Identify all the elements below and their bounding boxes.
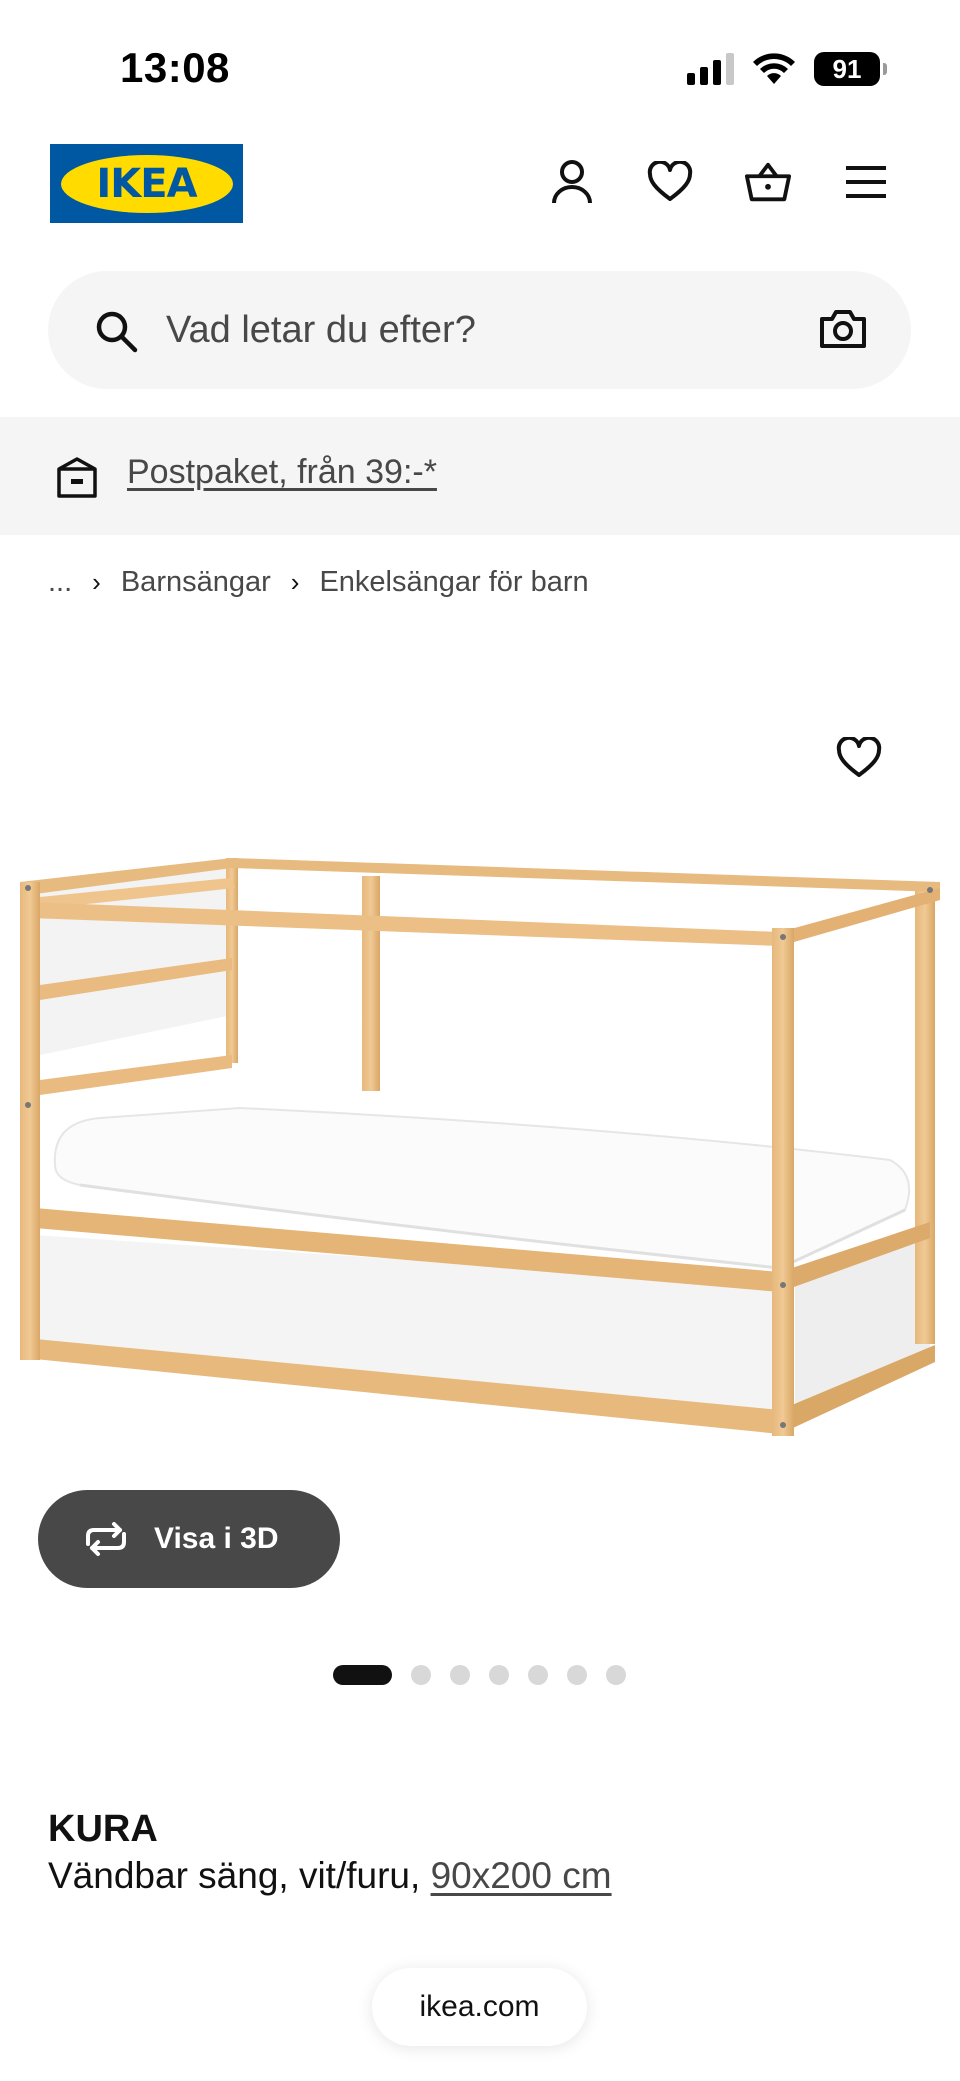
logo-oval: IKEA	[60, 154, 233, 213]
search-bar[interactable]	[48, 271, 911, 389]
breadcrumb-ellipsis[interactable]: ...	[48, 566, 72, 599]
carousel-dot[interactable]	[489, 1665, 509, 1685]
product-description: Vändbar säng, vit/furu, 90x200 cm	[48, 1855, 612, 1897]
parcel-icon	[56, 455, 98, 499]
status-time: 13:08	[120, 44, 230, 91]
battery-level: 91	[832, 53, 862, 84]
shipping-promo-banner: Postpaket, från 39:-*	[0, 417, 960, 535]
status-icons: 91	[687, 52, 887, 86]
view-in-3d-label: Visa i 3D	[154, 1522, 279, 1555]
product-description-text: Vändbar säng, vit/furu,	[48, 1855, 431, 1896]
rotate-3d-icon	[86, 1522, 126, 1556]
user-icon[interactable]	[548, 158, 596, 206]
search-icon[interactable]	[94, 309, 138, 353]
carousel-dot[interactable]	[567, 1665, 587, 1685]
carousel-dot[interactable]	[528, 1665, 548, 1685]
carousel-dot[interactable]	[606, 1665, 626, 1685]
browser-url-pill[interactable]: ikea.com	[372, 1968, 587, 2046]
breadcrumb: ... › Barnsängar › Enkelsängar för barn	[48, 566, 589, 599]
view-in-3d-button[interactable]: Visa i 3D	[38, 1490, 340, 1588]
camera-icon[interactable]	[819, 309, 867, 353]
header-actions	[548, 158, 890, 206]
menu-icon[interactable]	[842, 158, 890, 206]
carousel-dot-active[interactable]	[333, 1665, 392, 1685]
carousel-dot[interactable]	[450, 1665, 470, 1685]
cellular-signal-icon	[687, 53, 734, 85]
product-image[interactable]	[0, 840, 960, 1480]
add-to-favorites-button[interactable]	[836, 735, 888, 789]
breadcrumb-item-barnsangar[interactable]: Barnsängar	[121, 566, 271, 599]
status-bar: 13:08 91	[0, 0, 960, 130]
chevron-right-icon: ›	[290, 567, 300, 597]
shipping-promo-link[interactable]: Postpaket, från 39:-*	[127, 453, 437, 492]
breadcrumb-item-enkelsangar[interactable]: Enkelsängar för barn	[319, 566, 588, 599]
search-input[interactable]	[166, 301, 806, 359]
product-name: KURA	[48, 1808, 158, 1850]
logo-text: IKEA	[96, 160, 197, 207]
chevron-right-icon: ›	[92, 567, 101, 597]
product-size-link[interactable]: 90x200 cm	[431, 1855, 612, 1896]
ikea-logo[interactable]: IKEA	[50, 144, 243, 223]
wifi-icon	[753, 53, 795, 84]
carousel-dot[interactable]	[411, 1665, 431, 1685]
heart-icon	[836, 735, 882, 777]
heart-icon[interactable]	[646, 158, 694, 206]
basket-icon[interactable]	[744, 158, 792, 206]
image-carousel-indicator	[333, 1665, 626, 1685]
site-header: IKEA	[0, 130, 960, 250]
battery-indicator: 91	[814, 52, 887, 86]
browser-url: ikea.com	[419, 1990, 540, 2023]
